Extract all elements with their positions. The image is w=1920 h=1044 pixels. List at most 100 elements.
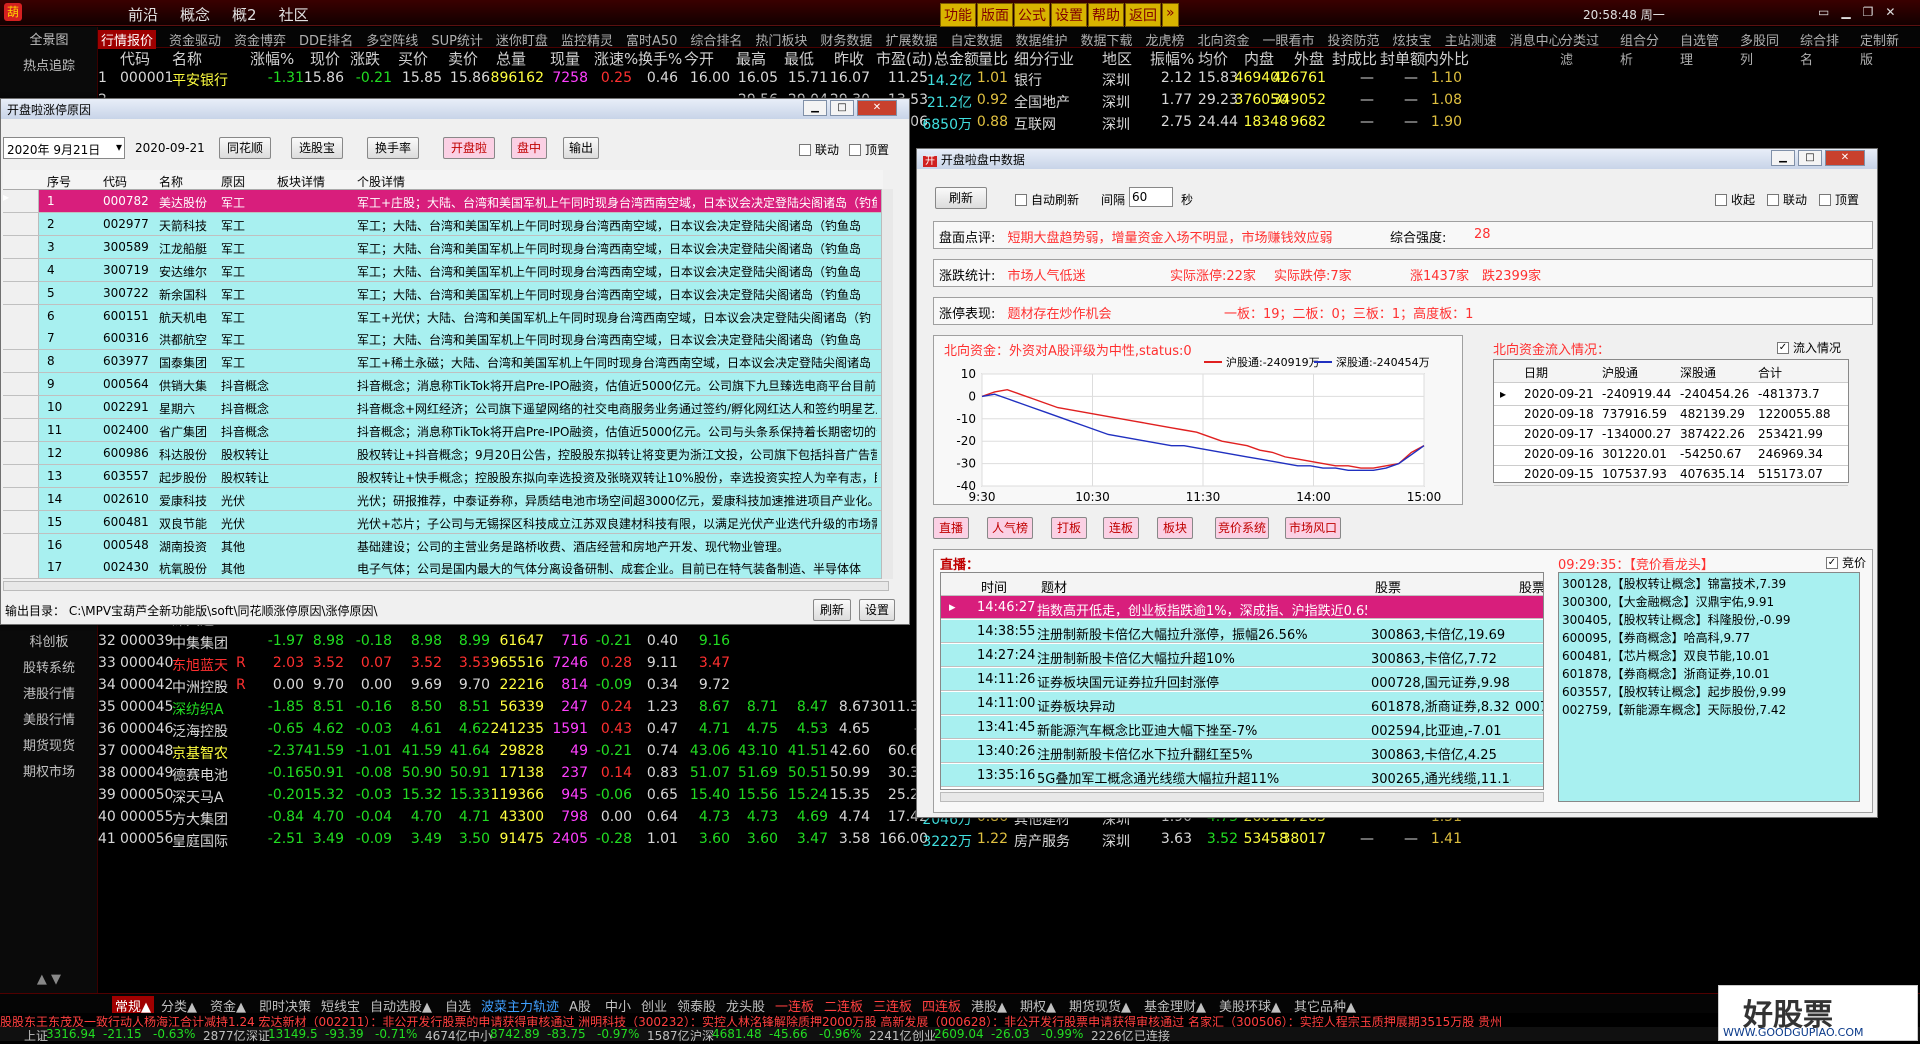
maximize-icon[interactable]: □ bbox=[830, 100, 854, 116]
table-row[interactable]: 8 603977 国泰集团 军工 军工+稀土永磁；大陆、台湾和美国军机上午同时现身台湾西… bbox=[3, 350, 883, 374]
linked-checkbox[interactable]: 联动 bbox=[799, 141, 839, 158]
auction-item[interactable]: 300300,【大金融概念】汉鼎宇佑,9.91 bbox=[1562, 593, 1856, 611]
column-header[interactable]: 地区 bbox=[1102, 48, 1132, 69]
tab-4[interactable]: 多空阵线 bbox=[366, 30, 418, 49]
column-header[interactable]: 最低 bbox=[784, 48, 814, 69]
menu-item[interactable]: 前沿 bbox=[128, 4, 158, 25]
table-row[interactable]: 3 300589 江龙船艇 军工 军工；大陆、台湾和美国军机上午同时现身台湾西南空域，日… bbox=[3, 235, 883, 259]
table-row[interactable]: 2020-09-15 107537.93 407635.14 515173.07 bbox=[1494, 463, 1848, 486]
column-header[interactable]: 涨幅% bbox=[250, 48, 294, 69]
column-header[interactable]: 买价 bbox=[398, 48, 428, 69]
column-header[interactable]: 最高 bbox=[736, 48, 766, 69]
auction-item[interactable]: 300405,【股权转让概念】科隆股份,-0.99 bbox=[1562, 611, 1856, 629]
nav-item[interactable]: 美股行情 bbox=[0, 709, 98, 728]
table-row[interactable]: 4 300719 安达维尔 军工 军工；大陆、台湾和美国军机上午同时现身台湾西南空域，日… bbox=[3, 258, 883, 282]
tab-13[interactable]: 自定数据 bbox=[950, 30, 1002, 49]
date-picker[interactable]: 2020年 9月21日 ▾ bbox=[3, 137, 125, 159]
interval-input[interactable]: 60 bbox=[1129, 187, 1173, 207]
export-button[interactable]: 输出 bbox=[563, 137, 599, 159]
close-icon[interactable]: ✕ bbox=[1825, 150, 1865, 166]
scroll-arrows-icon[interactable]: ▲ ▼ bbox=[0, 972, 98, 987]
auction-item[interactable]: 300128,【股权转让概念】锦富技术,7.39 bbox=[1562, 575, 1856, 593]
ths-button[interactable]: 同花顺 bbox=[219, 137, 271, 159]
col-header[interactable]: 股票 bbox=[1519, 577, 1543, 596]
column-header[interactable]: 封单额 bbox=[1380, 48, 1425, 69]
column-header[interactable]: 均价 bbox=[1198, 48, 1228, 69]
feature-tab-button[interactable]: 连板 bbox=[1103, 517, 1139, 539]
feature-tab-button[interactable]: 直播 bbox=[933, 517, 969, 539]
table-row[interactable]: 1 000001 平安银行 -1.31 15.86 -0.21 15.85 15.86 8961… bbox=[98, 68, 1920, 90]
h-scrollbar[interactable] bbox=[3, 581, 889, 591]
minimize-icon[interactable]: ▁ bbox=[1841, 5, 1850, 19]
tab-3[interactable]: DDE排名 bbox=[299, 30, 353, 49]
settings-button[interactable]: 设置 bbox=[859, 599, 895, 621]
table-row[interactable]: 13:41:45 新能源汽车概念比亚迪大幅下挫至-7% 002594,比亚迪,-7.… bbox=[941, 716, 1543, 739]
col-header[interactable]: 个股详情 bbox=[357, 173, 405, 190]
table-row[interactable]: 15 600481 双良节能 光伏 光伏+芯片；子公司与无锡探区科技成立江苏双良建材科技… bbox=[3, 510, 883, 534]
func-menu-item[interactable]: 返回 bbox=[1125, 3, 1161, 27]
nav-item[interactable]: 港股行情 bbox=[0, 683, 98, 702]
tab-7[interactable]: 监控精灵 bbox=[561, 30, 613, 49]
column-header[interactable]: 内外比 bbox=[1424, 48, 1469, 69]
col-header[interactable]: 板块详情 bbox=[277, 173, 325, 190]
tab-2[interactable]: 资金博弈 bbox=[234, 30, 286, 49]
table-row[interactable]: 10 002291 星期六 抖音概念 抖音概念+网红经济；公司旗下遥望网络的社交电商服务… bbox=[3, 396, 883, 420]
auction-checkbox[interactable]: ✓ 竞价 bbox=[1826, 554, 1866, 571]
refresh-button[interactable]: 刷新 bbox=[935, 187, 987, 209]
column-header[interactable]: 换手% bbox=[638, 48, 682, 69]
tab-10[interactable]: 热门板块 bbox=[755, 30, 807, 49]
col-header[interactable]: 深股通 bbox=[1680, 364, 1716, 381]
table-row[interactable]: 41 000056 皇庭国际 -2.51 3.49 -0.09 3.49 3.50 91475 2… bbox=[98, 829, 1920, 851]
close-icon[interactable]: ✕ bbox=[1885, 5, 1895, 19]
tab-12[interactable]: 扩展数据 bbox=[885, 30, 937, 49]
h-scrollbar[interactable] bbox=[940, 792, 1544, 802]
feature-tab-button[interactable]: 竞价系统 bbox=[1215, 517, 1269, 539]
feature-tab-button[interactable]: 人气榜 bbox=[987, 517, 1033, 539]
column-header[interactable]: 总金额 bbox=[934, 48, 979, 69]
func-menu-item[interactable]: 公式 bbox=[1014, 3, 1050, 27]
tab-18[interactable]: 一眼看市 bbox=[1263, 30, 1315, 49]
tab-22[interactable]: 消息中心 bbox=[1510, 30, 1562, 49]
kpl-button[interactable]: 开盘啦 bbox=[443, 137, 495, 159]
col-header[interactable]: 股票 bbox=[1375, 577, 1401, 596]
xgb-button[interactable]: 选股宝 bbox=[291, 137, 343, 159]
tab-5[interactable]: SUP统计 bbox=[431, 30, 483, 49]
tab-21[interactable]: 主站测速 bbox=[1445, 30, 1497, 49]
tab-1[interactable]: 资金驱动 bbox=[169, 30, 221, 49]
column-header[interactable]: 现价 bbox=[310, 48, 340, 69]
column-header[interactable]: 封成比 bbox=[1332, 48, 1377, 69]
table-row[interactable]: ▸ 14:46:27 指数高开低走，创业板指跌逾1%，深成指、沪指跌近0.65% bbox=[941, 596, 1543, 619]
pin-checkbox[interactable]: 顶置 bbox=[1819, 191, 1859, 208]
menu-item[interactable]: 概念 bbox=[180, 4, 210, 25]
auction-item[interactable]: 002759,【新能源车概念】天际股份,7.42 bbox=[1562, 701, 1856, 719]
tab-8[interactable]: 富时A50 bbox=[626, 30, 677, 49]
table-row[interactable]: 13:35:16 5G叠加军工概念通光线缆大幅拉升超11% 300265,通光线缆,… bbox=[941, 764, 1543, 787]
inflow-checkbox[interactable]: ✓ 流入情况 bbox=[1777, 339, 1841, 356]
table-row[interactable]: 14:27:24 注册制新股卡倍亿大幅拉升超10% 300863,卡倍亿,7.72 bbox=[941, 644, 1543, 667]
auction-item[interactable]: 603557,【股权转让概念】起步股份,9.99 bbox=[1562, 683, 1856, 701]
tab-15[interactable]: 数据下载 bbox=[1080, 30, 1132, 49]
tab-19[interactable]: 投资防范 bbox=[1328, 30, 1380, 49]
column-header[interactable]: 总量 bbox=[496, 48, 526, 69]
collapse-checkbox[interactable]: 收起 bbox=[1715, 191, 1755, 208]
nav-item[interactable]: 股转系统 bbox=[0, 657, 98, 676]
feature-tab-button[interactable]: 打板 bbox=[1051, 517, 1087, 539]
auction-item[interactable]: 600095,【券商概念】哈高科,9.77 bbox=[1562, 629, 1856, 647]
table-row[interactable]: 14:38:55 注册制新股卡倍亿大幅拉升涨停，振幅26.56% 300863,卡倍… bbox=[941, 620, 1543, 643]
table-row[interactable]: 13 603557 起步股份 股权转让 股权转让+快手概念；控股股东拟向幸选投资及张晓双… bbox=[3, 464, 883, 488]
refresh-button[interactable]: 刷新 bbox=[813, 599, 851, 621]
table-row[interactable]: 13:40:26 注册制新股卡倍亿水下拉升翻红至5% 300863,卡倍亿,4.25 bbox=[941, 740, 1543, 763]
col-header[interactable]: 名称 bbox=[159, 173, 183, 190]
table-row[interactable]: 14 002610 爱康科技 光伏 光伏；研报推荐，中泰证券称，异质结电池市场空间超30… bbox=[3, 487, 883, 511]
func-menu-item[interactable]: 设置 bbox=[1051, 3, 1087, 27]
func-menu-item[interactable]: 版面 bbox=[977, 3, 1013, 27]
calendar-dropdown-icon[interactable]: ▾ bbox=[116, 140, 122, 154]
table-row[interactable]: 5 300722 新余国科 军工 军工；大陆、台湾和美国军机上午同时现身台湾西南空域，日… bbox=[3, 281, 883, 305]
col-header[interactable]: 代码 bbox=[103, 173, 127, 190]
tab-17[interactable]: 北向资金 bbox=[1198, 30, 1250, 49]
table-row[interactable]: 2 002977 天箭科技 军工 军工；大陆、台湾和美国军机上午同时现身台湾西南空域，日… bbox=[3, 212, 883, 236]
column-header[interactable]: 细分行业 bbox=[1014, 48, 1074, 69]
col-header[interactable]: 序号 bbox=[47, 173, 71, 190]
column-header[interactable]: 市盈(动) bbox=[876, 48, 933, 69]
func-menu-item[interactable]: 功能 bbox=[940, 3, 976, 27]
